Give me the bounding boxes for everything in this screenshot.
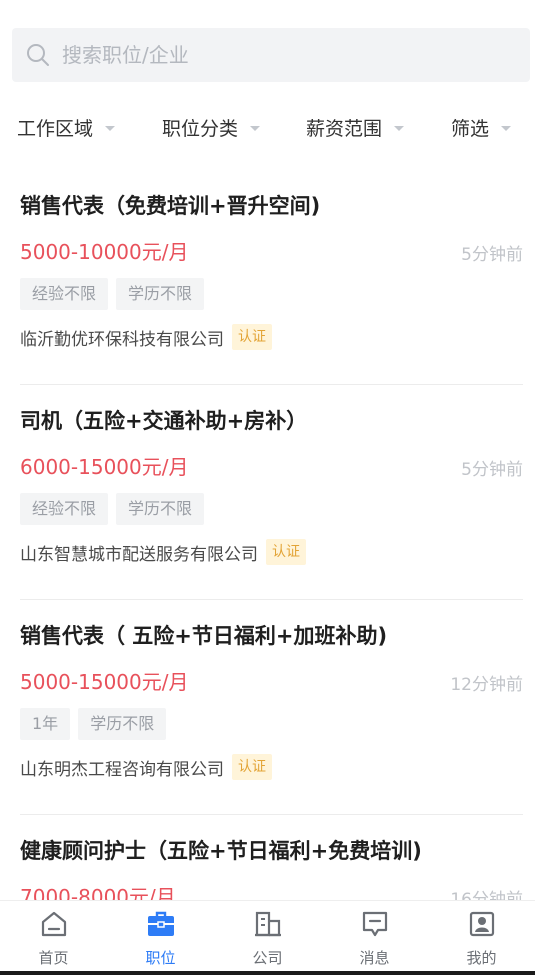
job-tag: 经验不限 — [20, 493, 109, 525]
tab-label: 职位 — [145, 949, 176, 967]
search-bar[interactable] — [12, 28, 530, 82]
job-tags: 经验不限 学历不限 — [20, 493, 212, 525]
job-company: 山东明杰工程咨询有限公司 认证 — [20, 754, 272, 780]
job-title: 司机（五险+交通补助+房补） — [20, 409, 308, 433]
tab-messages[interactable]: 消息 — [321, 901, 428, 975]
briefcase-icon — [147, 911, 174, 936]
job-tag: 1年 — [20, 708, 71, 740]
company-name: 临沂勤优环保科技有限公司 — [20, 329, 224, 350]
job-company: 临沂勤优环保科技有限公司 认证 — [20, 324, 272, 350]
job-time: 5分钟前 — [461, 460, 523, 480]
filter-category[interactable]: 职位分类 — [162, 114, 261, 141]
caret-down-icon — [394, 125, 405, 131]
job-title: 销售代表（ 五险+节日福利+加班补助) — [20, 624, 388, 648]
tab-label: 公司 — [252, 949, 283, 967]
filter-label: 筛选 — [451, 117, 490, 140]
job-time: 12分钟前 — [450, 675, 523, 695]
search-input[interactable] — [62, 43, 482, 67]
job-tags: 1年 学历不限 — [20, 708, 174, 740]
caret-down-icon — [501, 125, 512, 131]
job-card[interactable]: 健康顾问护士（五险+节日福利+免费培训) 7000-8000元/月 16分钟前 — [20, 815, 523, 900]
job-tag: 学历不限 — [78, 708, 167, 740]
verified-badge: 认证 — [266, 539, 306, 565]
job-salary: 5000-10000元/月 — [20, 240, 189, 264]
profile-icon — [469, 911, 494, 937]
job-salary: 5000-15000元/月 — [20, 670, 189, 694]
filter-area[interactable]: 工作区域 — [17, 114, 116, 141]
filter-label: 薪资范围 — [306, 117, 383, 140]
bottom-tab-bar: 首页 职位 公司 消息 我的 — [0, 900, 535, 975]
company-name: 山东明杰工程咨询有限公司 — [20, 759, 224, 780]
job-card[interactable]: 司机（五险+交通补助+房补） 6000-15000元/月 5分钟前 经验不限 学… — [20, 385, 523, 600]
filter-label: 职位分类 — [162, 117, 239, 140]
job-card[interactable]: 销售代表（免费培训+晋升空间) 5000-10000元/月 5分钟前 经验不限 … — [20, 170, 523, 385]
home-indicator — [0, 971, 535, 975]
job-tag: 经验不限 — [20, 278, 109, 310]
home-icon — [41, 911, 66, 937]
tab-label: 消息 — [359, 949, 390, 967]
company-name: 山东智慧城市配送服务有限公司 — [20, 544, 258, 565]
verified-badge: 认证 — [232, 754, 272, 780]
filter-salary[interactable]: 薪资范围 — [306, 114, 405, 141]
verified-badge: 认证 — [232, 324, 272, 350]
building-icon — [254, 911, 281, 937]
filter-label: 工作区域 — [17, 117, 94, 140]
job-tag: 学历不限 — [116, 278, 205, 310]
filter-bar: 工作区域 职位分类 薪资范围 筛选 — [0, 104, 535, 150]
tab-label: 首页 — [38, 949, 69, 967]
job-salary: 7000-8000元/月 — [20, 885, 176, 900]
job-card[interactable]: 销售代表（ 五险+节日福利+加班补助) 5000-15000元/月 12分钟前 … — [20, 600, 523, 815]
job-company: 山东智慧城市配送服务有限公司 认证 — [20, 539, 306, 565]
caret-down-icon — [250, 125, 261, 131]
message-icon — [362, 911, 387, 937]
filter-more[interactable]: 筛选 — [451, 114, 512, 141]
job-title: 健康顾问护士（五险+节日福利+免费培训) — [20, 839, 422, 863]
job-time: 5分钟前 — [461, 245, 523, 265]
job-salary: 6000-15000元/月 — [20, 455, 189, 479]
tab-home[interactable]: 首页 — [0, 901, 107, 975]
tab-jobs[interactable]: 职位 — [107, 901, 214, 975]
tab-profile[interactable]: 我的 — [428, 901, 535, 975]
job-tags: 经验不限 学历不限 — [20, 278, 212, 310]
job-time: 16分钟前 — [450, 890, 523, 900]
tab-label: 我的 — [466, 949, 497, 967]
job-tag: 学历不限 — [116, 493, 205, 525]
job-title: 销售代表（免费培训+晋升空间) — [20, 194, 321, 218]
caret-down-icon — [105, 125, 116, 131]
tab-companies[interactable]: 公司 — [214, 901, 321, 975]
search-icon — [27, 44, 49, 66]
